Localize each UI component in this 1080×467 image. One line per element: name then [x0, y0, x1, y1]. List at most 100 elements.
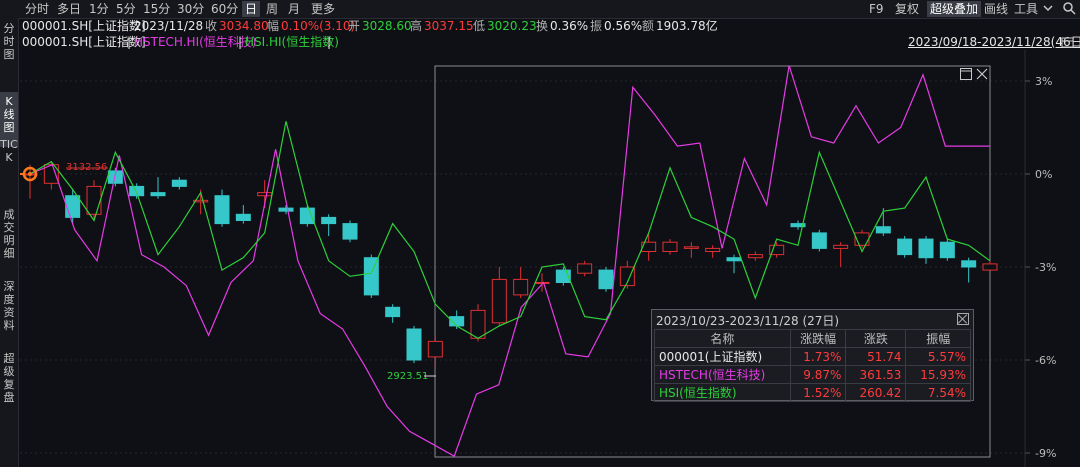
nav-depth-data[interactable]: 深度资料	[0, 280, 18, 332]
col-header: 涨跌	[845, 329, 907, 348]
open-label: 开	[348, 19, 361, 33]
low-value: 3020.23	[487, 19, 537, 33]
row-amp: 15.93%	[905, 365, 971, 384]
legend-hsi[interactable]: HSI.HI(恒生指数)	[245, 34, 339, 50]
candle	[982, 263, 998, 271]
low-label: 低	[473, 19, 486, 33]
tab-more[interactable]: 更多	[308, 1, 338, 17]
candle	[278, 207, 294, 212]
table-row[interactable]: HSTECH(恒生科技) 9.87% 361.53 15.93%	[654, 365, 971, 384]
tools-button[interactable]: 工具	[1011, 1, 1041, 17]
tab-month[interactable]: 月	[285, 1, 303, 17]
tab-30min[interactable]: 30分	[174, 1, 207, 17]
row-chg: 260.42	[845, 383, 907, 402]
candle	[427, 340, 443, 358]
high-label: 高	[410, 19, 423, 33]
nav-super-replay[interactable]: 超级复盘	[0, 352, 18, 404]
candle	[705, 247, 721, 252]
y-tick-label: -6%	[1035, 354, 1056, 367]
candle	[726, 257, 742, 262]
y-tick-label: -9%	[1035, 447, 1056, 460]
high-value: 3037.15	[424, 19, 474, 33]
candle	[491, 278, 507, 324]
candle	[235, 213, 251, 222]
tab-minute[interactable]: 分时	[22, 1, 52, 17]
turnover-value: 0.36%	[550, 19, 589, 33]
candle	[577, 263, 593, 274]
nav-tick[interactable]: TICK	[0, 138, 18, 164]
overlay-line	[29, 121, 991, 339]
candle	[171, 179, 187, 187]
change-value: 0.10%(3.10)	[281, 19, 356, 33]
start-marker-dot	[28, 172, 32, 176]
tab-week[interactable]: 周	[263, 1, 281, 17]
row-name: HSI(恒生指数)	[654, 383, 791, 402]
col-header: 涨跌幅	[789, 329, 847, 348]
range-stats-popup: 2023/10/23-2023/11/28 (27日) 名称 涨跌幅 涨跌 振幅…	[651, 309, 974, 402]
tab-15min[interactable]: 15分	[140, 1, 173, 17]
candle	[257, 192, 273, 197]
candle	[683, 246, 699, 249]
candle	[86, 185, 102, 215]
amount-value: 1903.78亿	[656, 19, 718, 33]
tab-multi-day[interactable]: 多日	[54, 1, 84, 17]
y-tick-label: -3%	[1035, 261, 1056, 274]
candle	[939, 241, 955, 259]
row-pct: 1.52%	[789, 383, 847, 402]
row-amp: 5.57%	[905, 347, 971, 366]
candle	[897, 238, 913, 256]
change-label: 幅	[267, 19, 280, 33]
maximize-icon[interactable]	[960, 68, 972, 80]
candle	[385, 306, 401, 318]
nav-trade-detail[interactable]: 成交明细	[0, 208, 18, 260]
table-row[interactable]: HSI(恒生指数) 1.52% 260.42 7.54%	[654, 383, 971, 402]
row-amp: 7.54%	[905, 383, 971, 402]
date-range[interactable]: 2023/09/18-2023/11/28(46日)	[908, 34, 1080, 50]
close-icon[interactable]	[976, 68, 988, 80]
close-icon[interactable]	[957, 313, 969, 325]
left-nav: 分时图 K线图 TICK 成交明细 深度资料 超级复盘	[0, 18, 19, 467]
chevron-down-icon[interactable]	[1041, 1, 1055, 15]
candle	[598, 269, 614, 290]
period-toolbar: 分时 多日 1分 5分 15分 30分 60分 日 周 月 更多 F9 复权 超…	[0, 0, 1080, 19]
candle	[662, 241, 678, 252]
row-chg: 361.53	[845, 365, 907, 384]
min-price-label: 2923.51	[387, 371, 428, 382]
amount-label: 额	[642, 19, 655, 33]
candle	[342, 223, 358, 240]
amplitude-label: 振	[590, 19, 603, 33]
tab-60min[interactable]: 60分	[208, 1, 241, 17]
close-value: 3034.80	[219, 19, 269, 33]
candle	[961, 260, 977, 268]
max-price-label: 3132.56	[66, 162, 107, 173]
y-tick-label: 3%	[1035, 75, 1052, 88]
overlay-legend: 000001.SH[上证指数] | HSTECH.HI(恒生科技) | HSI.…	[0, 34, 1080, 50]
candle	[150, 192, 166, 197]
f9-button[interactable]: F9	[866, 1, 887, 17]
row-chg: 51.74	[845, 347, 907, 366]
close-label: 收	[205, 19, 218, 33]
amplitude-value: 0.56%	[604, 19, 643, 33]
candle	[470, 309, 486, 339]
tab-day[interactable]: 日	[242, 1, 261, 17]
candle	[299, 207, 315, 225]
super-overlay-button[interactable]: 超级叠加	[927, 1, 982, 17]
legend-sep: |	[238, 35, 243, 49]
tab-5min[interactable]: 5分	[113, 1, 139, 17]
legend-sep: |	[327, 35, 332, 49]
selection-box-controls	[958, 66, 990, 82]
y-tick-label: 0%	[1035, 168, 1052, 181]
stats-table: 名称 涨跌幅 涨跌 振幅 000001(上证指数) 1.73% 51.74 5.…	[654, 329, 971, 402]
quote-date: 2023/11/28	[134, 19, 204, 33]
candle	[65, 195, 81, 218]
legend-sep: |	[127, 35, 132, 49]
draw-line-button[interactable]: 画线	[981, 1, 1011, 17]
tab-1min[interactable]: 1分	[86, 1, 112, 17]
quote-info-bar: 000001.SH[上证指数] 2023/11/28 收 3034.80 幅 0…	[0, 18, 1080, 34]
table-row[interactable]: 000001(上证指数) 1.73% 51.74 5.57%	[654, 347, 971, 366]
candle	[513, 278, 529, 296]
search-icon[interactable]	[1062, 1, 1076, 15]
calendar-icon[interactable]	[1060, 36, 1076, 48]
adjust-button[interactable]: 复权	[892, 1, 922, 17]
candle	[747, 254, 763, 259]
